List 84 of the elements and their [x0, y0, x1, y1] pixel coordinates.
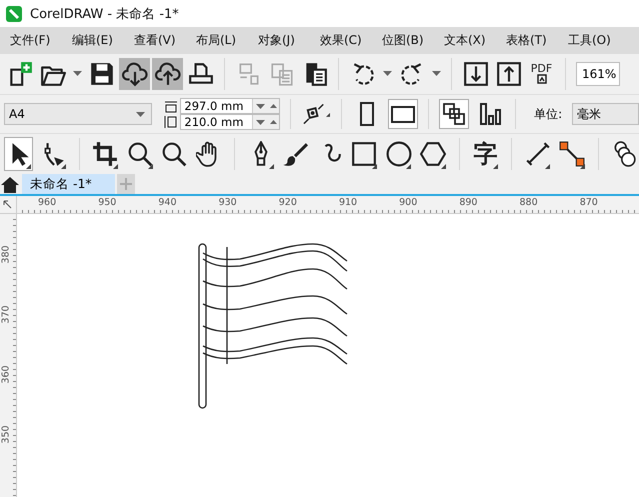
page-width-icon — [164, 100, 178, 113]
page-height-icon — [164, 116, 178, 128]
menu-item[interactable]: 文本(X) — [437, 32, 499, 50]
circle-icon — [386, 141, 412, 168]
ruler-label: 370 — [0, 304, 12, 324]
spin-up-icon — [270, 104, 277, 108]
flyout-triangle-icon — [580, 164, 585, 170]
ruler-label: 910 — [338, 196, 358, 210]
pick-tool[interactable] — [4, 137, 34, 172]
ruler-label: 900 — [398, 196, 418, 210]
resize-page-icon — [302, 102, 326, 126]
flyout-triangle-icon — [545, 164, 550, 170]
ruler-label: 870 — [578, 196, 599, 210]
menu-item[interactable]: 效果(C) — [313, 32, 375, 50]
menu-item[interactable]: 对象(J) — [251, 32, 313, 50]
flyout-triangle-icon — [60, 164, 66, 170]
plus-icon — [120, 178, 132, 190]
page-bars-icon — [478, 102, 502, 126]
cloud-download-button[interactable] — [119, 58, 150, 90]
text-tool[interactable]: 字 — [470, 137, 500, 172]
flyout-triangle-icon — [113, 164, 118, 170]
ruler-label: 360 — [0, 364, 12, 384]
magnifier-icon — [161, 141, 188, 168]
caret-icon — [136, 112, 146, 117]
unit-label: 单位: — [534, 106, 562, 123]
cloud-upload-icon — [154, 60, 180, 87]
import-icon — [462, 60, 488, 87]
flyout-triangle-icon — [406, 164, 412, 170]
caret-icon — [432, 71, 440, 76]
printer-icon — [188, 60, 214, 87]
ruler-origin-icon[interactable] — [3, 200, 13, 210]
brush-icon — [282, 141, 308, 168]
page-size-dropdown[interactable]: A4 — [4, 103, 152, 126]
caret-icon — [72, 71, 82, 76]
menu-item[interactable]: 位图(B) — [375, 32, 437, 50]
flyout-triangle-icon — [148, 164, 153, 170]
app-logo-icon — [6, 6, 22, 22]
width-field[interactable]: 297.0 mm — [180, 98, 280, 114]
document-tab[interactable]: 未命名 -1* — [22, 174, 115, 194]
rectangle-icon — [351, 141, 378, 168]
ruler-label: 890 — [458, 196, 478, 210]
dimension-line-icon — [524, 141, 551, 168]
ruler-label: 380 — [0, 244, 12, 264]
caret-icon — [256, 104, 265, 109]
image-icon — [536, 74, 546, 84]
connector-icon — [559, 141, 586, 168]
magnifier-icon — [126, 141, 153, 168]
hexagon-icon — [420, 141, 446, 168]
ruler-label: 920 — [278, 196, 298, 210]
export-icon — [496, 60, 522, 87]
menu-item[interactable]: 布局(L) — [189, 32, 251, 50]
crop-icon — [92, 141, 118, 168]
caret-icon — [256, 120, 265, 125]
overlapping-pages-icon — [442, 102, 466, 126]
flyout-triangle-icon — [440, 164, 446, 170]
ruler-label: 880 — [518, 196, 539, 210]
menu-item[interactable]: 编辑(E) — [65, 32, 127, 50]
ruler-label: 350 — [0, 424, 12, 444]
pdf-button[interactable]: PDF — [526, 58, 557, 90]
landscape-button[interactable] — [388, 99, 418, 130]
window-title: CorelDRAW - 未命名 -1* — [30, 6, 179, 23]
flyout-triangle-icon — [326, 112, 330, 117]
ruler-label: 960 — [37, 196, 58, 210]
ruler-label: 940 — [157, 196, 178, 210]
ruler-label: 950 — [97, 196, 118, 210]
home-icon[interactable] — [0, 175, 20, 194]
menu-item[interactable]: 工具(O) — [561, 32, 623, 50]
menu-item[interactable]: 表格(T) — [499, 32, 561, 50]
flyout-triangle-icon — [372, 164, 377, 170]
flyout-triangle-icon — [268, 164, 274, 170]
cloud-download-icon — [122, 60, 148, 87]
height-field[interactable]: 210.0 mm — [180, 114, 280, 130]
ruler-label: 930 — [218, 196, 238, 210]
spin-up-icon — [270, 120, 277, 124]
caret-icon — [382, 71, 392, 76]
flyout-triangle-icon — [26, 164, 32, 170]
menu-item[interactable]: 查看(V) — [127, 32, 189, 50]
unit-dropdown[interactable]: 毫米 — [572, 103, 639, 126]
copy-icon — [268, 60, 294, 87]
all-pages-button[interactable] — [439, 99, 470, 130]
menu-item[interactable]: 文件(F) — [3, 32, 65, 50]
flyout-triangle-icon — [493, 164, 498, 170]
zoom-field[interactable]: 161% — [576, 62, 620, 86]
cloud-upload-button[interactable] — [152, 58, 183, 90]
